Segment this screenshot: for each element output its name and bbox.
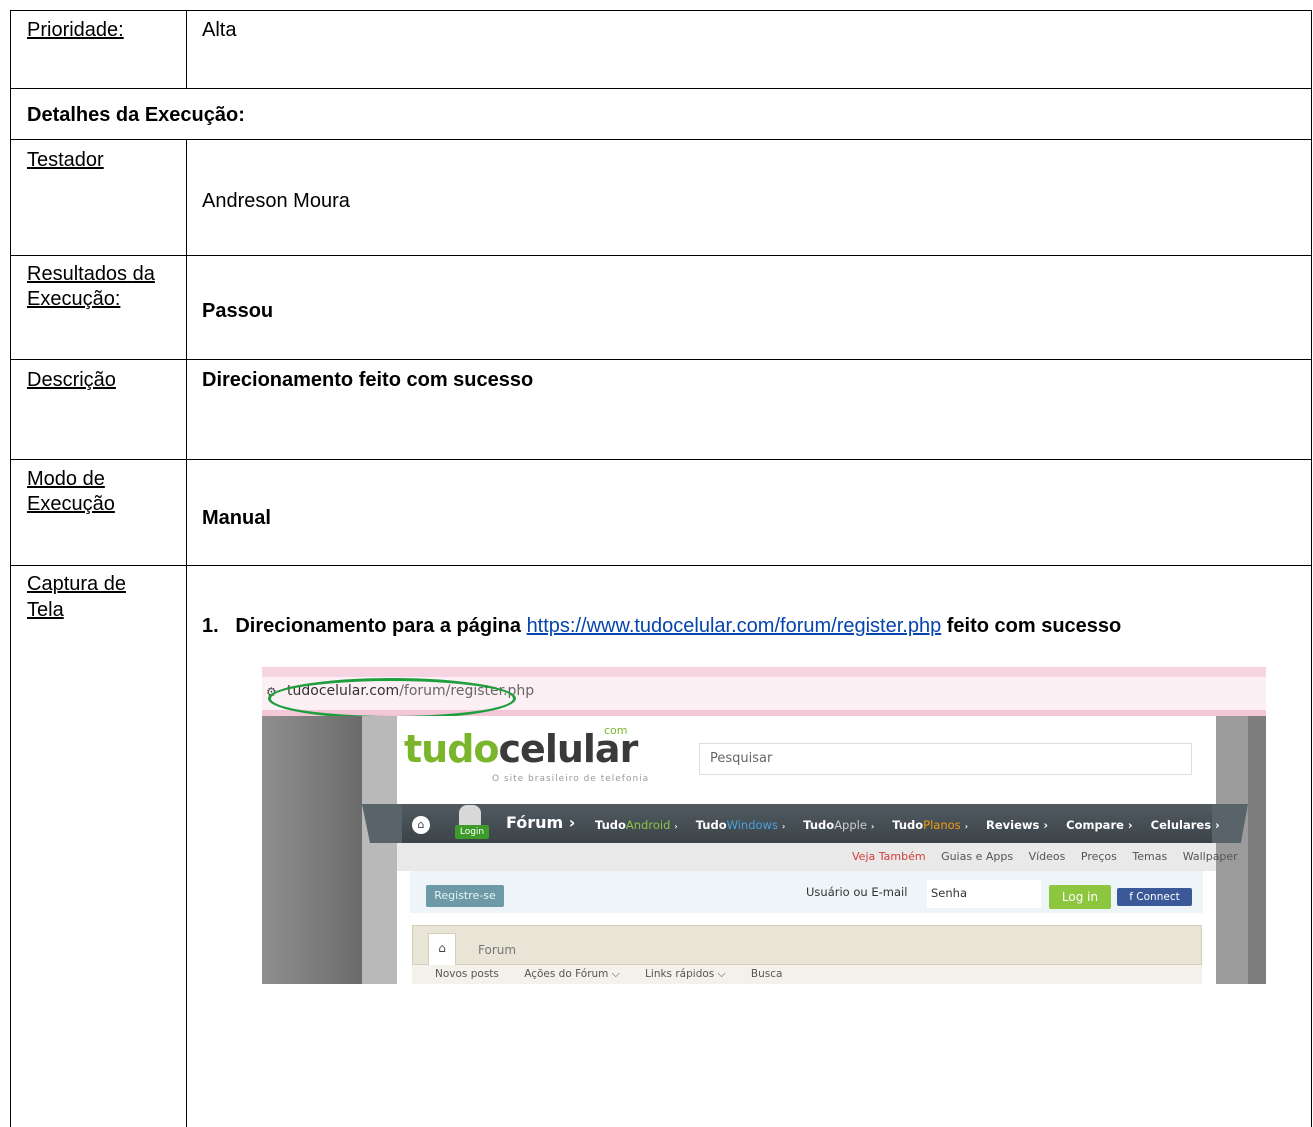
row-divider [10,139,1312,140]
test-case-document: Prioridade: Alta Detalhes da Execução: T… [0,0,1313,1127]
captura-label-line2: Tela [27,599,64,621]
password-placeholder: Senha [931,886,967,900]
breadcrumb-home-icon[interactable]: ⌂ [428,933,456,965]
modo-label-line1: Modo de [27,468,105,490]
search-input[interactable]: Pesquisar [699,743,1192,775]
password-field[interactable]: Senha [927,880,1041,908]
nav-arrow: › [674,822,678,831]
step-number: 1. [202,615,219,637]
subnav-wallpaper[interactable]: Wallpaper [1183,850,1238,863]
nav-tudoplanos[interactable]: TudoPlanos › [892,818,968,832]
nav-tudowindows[interactable]: TudoWindows › [696,818,786,832]
subnav-veja-tambem: Veja Também [852,850,926,863]
tab-links-rapidos[interactable]: Links rápidos ⌵ [645,968,726,980]
browser-top-strip [262,667,1266,677]
table-border-top [10,10,1312,11]
table-border-left [10,10,11,1127]
forum-tab-items: Novos posts Ações do Fórum ⌵ Links rápid… [435,968,804,981]
logo-tagline: O site brasileiro de telefonia [492,774,650,784]
nav-tudo-prefix: Tudo [595,818,626,832]
nav-tudoandroid[interactable]: TudoAndroid › [595,818,678,832]
nav-arrow: › [964,822,968,831]
modo-label-line2: Execução [27,493,115,515]
tudocelular-logo: tudocelular [404,727,638,771]
column-divider [186,10,187,88]
nav-tudo-prefix: Tudo [803,818,835,832]
row-divider [10,459,1312,460]
subnav-temas[interactable]: Temas [1132,850,1167,863]
descricao-label: Descrição [27,369,116,391]
nav-tudo-prefix: Tudo [695,818,727,832]
home-icon[interactable]: ⌂ [412,816,430,834]
subnav-precos[interactable]: Preços [1081,850,1117,863]
nav-reviews[interactable]: Reviews › [986,818,1048,832]
login-tag[interactable]: Login [455,825,489,839]
nav-tudoapple[interactable]: TudoApple › [803,818,874,832]
nav-apple-text: Apple [834,818,867,832]
page-left-gutter-inner [362,716,397,984]
url-highlight-oval [268,678,516,719]
row-divider [10,255,1312,256]
step-text-end: feito com sucesso [946,615,1122,637]
descricao-value: Direcionamento feito com sucesso [202,369,534,391]
resultados-label-word-1: Resultados [27,263,128,285]
testador-label: Testador [27,149,104,171]
nav-forum[interactable]: Fórum › [506,813,575,832]
breadcrumb-forum[interactable]: Forum [478,943,516,957]
resultados-label: Resultados da [27,262,155,286]
nav-tudo-prefix: Tudo [892,818,924,832]
resultados-value: Passou [202,300,274,322]
logo-com: com [604,724,628,737]
testador-value: Andreson Moura [202,190,350,212]
tab-busca[interactable]: Busca [751,968,783,980]
row-divider [10,88,1312,89]
prioridade-value: Alta [202,19,237,41]
breadcrumb-bar [412,925,1202,965]
column-divider [186,139,187,1127]
page-left-gutter [262,716,362,984]
modo-value: Manual [202,507,271,529]
row-divider [10,359,1312,360]
nav-arrow: › [781,822,786,831]
register-page-link[interactable]: https://www.tudocelular.com/forum/regist… [527,615,942,637]
search-placeholder: Pesquisar [710,751,773,766]
tab-novos-posts[interactable]: Novos posts [435,968,499,980]
facebook-connect-button[interactable]: f Connect [1117,888,1192,906]
nav-arrow: › [870,822,875,831]
nav-items: TudoAndroid › TudoWindows › TudoApple › … [595,818,1234,832]
captura-label-line1: Captura de [27,573,126,595]
nav-compare[interactable]: Compare › [1066,818,1133,832]
register-button[interactable]: Registre-se [426,885,504,907]
detalhes-heading: Detalhes da Execução: [27,104,245,126]
nav-celulares[interactable]: Celulares › [1151,818,1220,832]
nav-planos-text: Planos [923,818,961,832]
nav-windows-text: Windows [726,818,778,832]
step-text: Direcionamento para a página [235,615,521,637]
embedded-screenshot: ⚙ tudocelular.com/forum/register.php tud… [262,667,1266,984]
prioridade-label: Prioridade: [27,19,124,41]
login-button[interactable]: Log in [1049,885,1111,909]
nav-android-text: Android [625,818,671,832]
secondary-nav-items: Veja Também Guias e Apps Vídeos Preços T… [852,850,1250,863]
captura-step: 1. Direcionamento para a página https://… [202,614,1121,638]
page-right-gutter-outer [1248,716,1266,984]
resultados-label-word-2: da [132,263,155,285]
username-field[interactable]: Usuário ou E-mail [806,885,907,899]
table-border-right [1311,10,1312,1127]
subnav-guias-apps[interactable]: Guias e Apps [941,850,1013,863]
subnav-videos[interactable]: Vídeos [1029,850,1066,863]
resultados-label-line2: Execução: [27,288,121,310]
tab-acoes-forum[interactable]: Ações do Fórum ⌵ [524,968,619,980]
row-divider [10,565,1312,566]
logo-part1: tudo [404,727,500,771]
